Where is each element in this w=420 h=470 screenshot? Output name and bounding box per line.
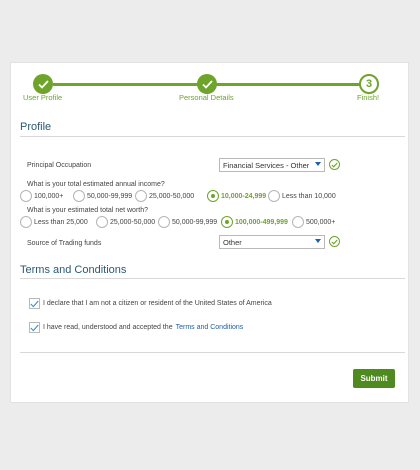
submit-button[interactable]: Submit [353, 369, 395, 388]
networth-option-5[interactable]: 500,000+ [292, 215, 335, 229]
footer-divider [20, 352, 405, 353]
occupation-label: Principal Occupation [27, 162, 92, 169]
radio-button[interactable] [292, 216, 304, 228]
accept-terms-text: I have read, understood and accepted the [43, 324, 173, 331]
terms-divider [20, 278, 405, 279]
profile-heading: Profile [20, 121, 52, 133]
chevron-down-icon [315, 239, 321, 243]
step-1-check-icon[interactable] [33, 74, 53, 94]
radio-button[interactable] [268, 190, 280, 202]
radio-button[interactable] [158, 216, 170, 228]
funds-valid-icon [329, 236, 340, 247]
occupation-value: Financial Services - Other [223, 161, 310, 170]
radio-button[interactable] [96, 216, 108, 228]
step-3-number: 3 [359, 74, 379, 94]
income-option-2[interactable]: 50,000-99,999 [73, 189, 132, 203]
profile-divider [20, 136, 405, 137]
accept-terms-checkbox[interactable] [29, 322, 40, 333]
progress-stepper: 3 User Profile Personal Details Finish! [11, 63, 410, 113]
step-1-label[interactable]: User Profile [23, 93, 62, 102]
income-option-3[interactable]: 25,000-50,000 [135, 189, 194, 203]
registration-card: 3 User Profile Personal Details Finish! … [10, 62, 409, 403]
accept-terms-checkbox-row[interactable]: I have read, understood and accepted the… [29, 322, 243, 333]
radio-button[interactable] [73, 190, 85, 202]
radio-button[interactable] [20, 216, 32, 228]
radio-button[interactable] [20, 190, 32, 202]
networth-option-1[interactable]: Less than 25,000 [20, 215, 88, 229]
terms-heading: Terms and Conditions [20, 264, 127, 276]
chevron-down-icon [315, 162, 321, 166]
funds-label: Source of Trading funds [27, 240, 102, 247]
income-option-1[interactable]: 100,000+ [20, 189, 63, 203]
declaration-text: I declare that I am not a citizen or res… [43, 300, 272, 307]
funds-select[interactable]: Other [219, 235, 325, 249]
income-label: What is your total estimated annual inco… [27, 181, 165, 188]
occupation-select[interactable]: Financial Services - Other [219, 158, 325, 172]
radio-button-selected[interactable] [221, 216, 233, 228]
networth-label: What is your estimated total net worth? [27, 207, 148, 214]
step-2-label[interactable]: Personal Details [179, 93, 234, 102]
terms-link[interactable]: Terms and Conditions [176, 324, 244, 331]
step-3-label: Finish! [357, 93, 380, 102]
progress-track-1 [53, 83, 207, 86]
income-option-4[interactable]: 10,000-24,999 [207, 189, 266, 203]
declaration-checkbox[interactable] [29, 298, 40, 309]
networth-option-3[interactable]: 50,000-99,999 [158, 215, 217, 229]
radio-button[interactable] [135, 190, 147, 202]
occupation-valid-icon [329, 159, 340, 170]
networth-option-4[interactable]: 100,000-499,999 [221, 215, 288, 229]
progress-track-2 [215, 83, 369, 86]
radio-button-selected[interactable] [207, 190, 219, 202]
income-option-5[interactable]: Less than 10,000 [268, 189, 336, 203]
step-2-check-icon[interactable] [197, 74, 217, 94]
funds-value: Other [223, 238, 242, 247]
declaration-checkbox-row[interactable]: I declare that I am not a citizen or res… [29, 298, 272, 309]
networth-option-2[interactable]: 25,000-50,000 [96, 215, 155, 229]
